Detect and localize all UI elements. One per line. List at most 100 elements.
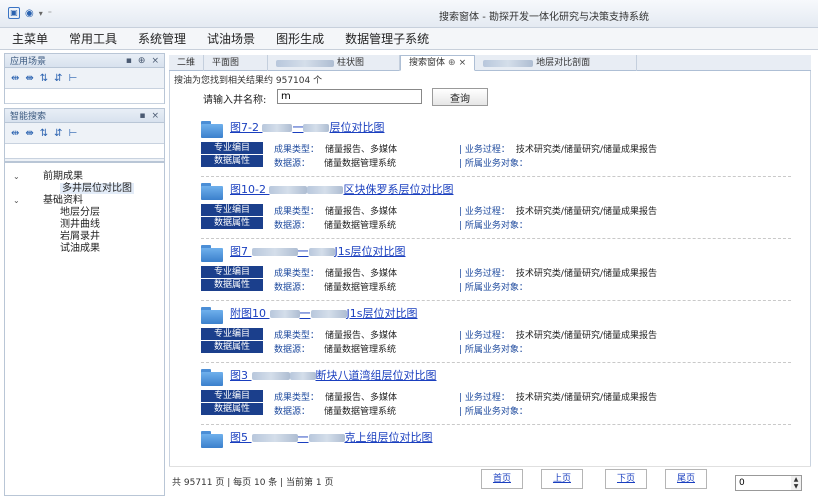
data-attr-badge: 数据属性 [201,155,263,167]
tab-plan[interactable]: 平面图 [204,55,269,71]
catalog-badge: 专业编目 [201,142,263,154]
result-business-object: | 所属业务对象： [459,345,528,355]
tree-node-strata[interactable]: 地层分层 [5,207,164,219]
collapse-icon[interactable]: ⇼ [25,73,33,84]
tree-node-early-results[interactable]: ⌄ 前期成果 [5,171,164,183]
chevron-down-icon[interactable]: ⌄ [13,195,20,207]
result-title-link[interactable]: 图5 一克上组层位对比图 [230,429,433,445]
close-icon[interactable]: × [151,56,159,66]
next-page-button[interactable]: 下页 [605,469,647,489]
collapse-icon[interactable]: ⇼ [25,128,33,139]
redacted-text [303,124,330,132]
result-title-link[interactable]: 图7-2 一层位对比图 [230,119,384,135]
result-title-link[interactable]: 图7 一 J1s层位对比图 [230,243,405,259]
result-item: 附图10 一 J1s层位对比图 专业编目 数据属性 成果类型： 储量报告、多媒体 数据源：储… [201,304,801,366]
redacted-text [310,310,347,318]
first-page-button[interactable]: 首页 [481,469,523,489]
result-process: | 业务过程： 技术研究类/储量研究/储量成果报告 [459,269,657,279]
sort-asc-icon[interactable]: ⇅ [40,73,48,84]
pin-icon[interactable]: ⊕ [138,56,146,66]
catalog-badge: 专业编目 [201,266,263,278]
result-type: 成果类型： 储量报告、多媒体 [274,145,398,155]
redacted-text [251,372,290,380]
close-icon[interactable]: × [459,56,467,71]
window-title: 搜索窗体 - 勘探开发一体化研究与决策支持系统 [439,12,649,23]
page-number-input[interactable] [735,475,792,491]
redacted-text [251,434,298,442]
expand-icon[interactable]: ⇹ [11,73,19,84]
menu-item-tools[interactable]: 常用工具 [69,30,117,47]
redacted-text [307,186,344,194]
tree-node-oil-test-results[interactable]: 试油成果 [5,243,164,255]
close-icon[interactable]: × [151,111,159,121]
pin-icon[interactable]: ⊕ [448,56,456,71]
data-attr-badge: 数据属性 [201,279,263,291]
tab-column-chart[interactable]: 柱状图 [268,55,401,71]
menu-item-main[interactable]: 主菜单 [12,30,48,47]
panel-search-box[interactable] [5,88,164,104]
folder-icon [201,245,223,262]
result-source: 数据源： 储量数据管理系统 [274,221,397,231]
result-source: 数据源： 储量数据管理系统 [274,345,397,355]
result-title-link[interactable]: 图10-2 区块侏罗系层位对比图 [230,181,453,197]
folder-icon [201,431,223,448]
divider [201,300,791,301]
last-page-button[interactable]: 尾页 [665,469,707,489]
sort-asc-icon[interactable]: ⇅ [40,128,48,139]
tree-node-logging-curve[interactable]: 测井曲线 [5,219,164,231]
result-type: 成果类型： 储量报告、多媒体 [274,207,398,217]
tree-view-icon[interactable]: ⊢ [69,73,78,84]
tree-node-basic-data[interactable]: ⌄ 基础资料 [5,195,164,207]
page-spinner[interactable]: ▲ ▼ [791,475,802,491]
redacted-text [289,372,316,380]
tree-node-cuttings-log[interactable]: 岩屑录井 [5,231,164,243]
result-source: 数据源： 储量数据管理系统 [274,407,397,417]
result-business-object: | 所属业务对象： [459,283,528,293]
sort-desc-icon[interactable]: ⇵ [54,128,62,139]
folder-icon [201,183,223,200]
pager-bar: 共 95711 页 | 每页 10 条 | 当前第 1 页 首页 上页 下页 尾… [169,466,811,496]
page-info: 共 95711 页 | 每页 10 条 | 当前第 1 页 [172,478,334,488]
sort-desc-icon[interactable]: ⇵ [54,73,62,84]
smart-search-panel: 智能搜索 ▪ × ⇹ ⇼ ⇅ ⇵ ⊢ [4,108,165,162]
query-button[interactable]: 查询 [432,88,488,106]
panel-toolbar: ⇹ ⇼ ⇅ ⇵ ⊢ [5,123,164,143]
result-item: 图7 一 J1s层位对比图 专业编目 数据属性 成果类型： 储量报告、多媒体 数据源： 储量数… [201,242,801,304]
panel-menu-icon[interactable]: ▪ [139,111,145,121]
tab-2d[interactable]: 二维 [169,55,205,71]
menu-item-system[interactable]: 系统管理 [138,30,186,47]
menu-item-graphics[interactable]: 图形生成 [276,30,324,47]
tab-strata-comparison[interactable]: 地层对比剖面 [475,55,638,71]
result-business-object: | 所属业务对象： [459,407,528,417]
result-process: | 业务过程： 技术研究类/储量研究/储量成果报告 [459,393,657,403]
result-summary: 搜油为您找到相关结果约 957104 个 [174,76,323,86]
folder-icon [201,307,223,324]
tree-node-well-comparison[interactable]: 多井层位对比图 [5,183,164,195]
search-content: 搜油为您找到相关结果约 957104 个 请输入井名称: 查询 图7-2 一层位… [169,71,811,496]
chevron-down-icon[interactable]: ⌄ [13,171,20,183]
panel-menu-icon[interactable]: ▪ [126,56,132,66]
divider [201,424,791,425]
result-source: 数据源： 储量数据管理系统 [274,283,397,293]
data-attr-badge: 数据属性 [201,217,263,229]
result-title-link[interactable]: 图3 断块八道湾组层位对比图 [230,367,437,383]
expand-icon[interactable]: ⇹ [11,128,19,139]
result-type: 成果类型： 储量报告、多媒体 [274,393,398,403]
panel-search-box[interactable] [5,143,164,159]
tree-view-icon[interactable]: ⊢ [69,128,78,139]
redacted-text [483,59,534,67]
result-process: | 业务过程： 技术研究类/储量研究/储量成果报告 [459,207,657,217]
result-item: 图7-2 一层位对比图 专业编目 数据属性 成果类型： 储量报告、多媒体 数据源： 储量数据… [201,118,801,180]
result-title-link[interactable]: 附图10 一 J1s层位对比图 [230,305,417,321]
prev-page-button[interactable]: 上页 [541,469,583,489]
menu-item-data-mgmt[interactable]: 数据管理子系统 [345,30,429,47]
redacted-text [269,186,308,194]
catalog-badge: 专业编目 [201,204,263,216]
tab-search-window[interactable]: 搜索窗体 ⊕ × [400,55,476,71]
result-business-object: | 所属业务对象： [459,221,528,231]
well-name-input[interactable] [277,89,422,104]
result-process: | 业务过程： 技术研究类/储量研究/储量成果报告 [459,145,657,155]
result-type: 成果类型： 储量报告、多媒体 [274,331,398,341]
menu-item-oil-test[interactable]: 试油场景 [207,30,255,47]
redacted-text [308,248,335,256]
